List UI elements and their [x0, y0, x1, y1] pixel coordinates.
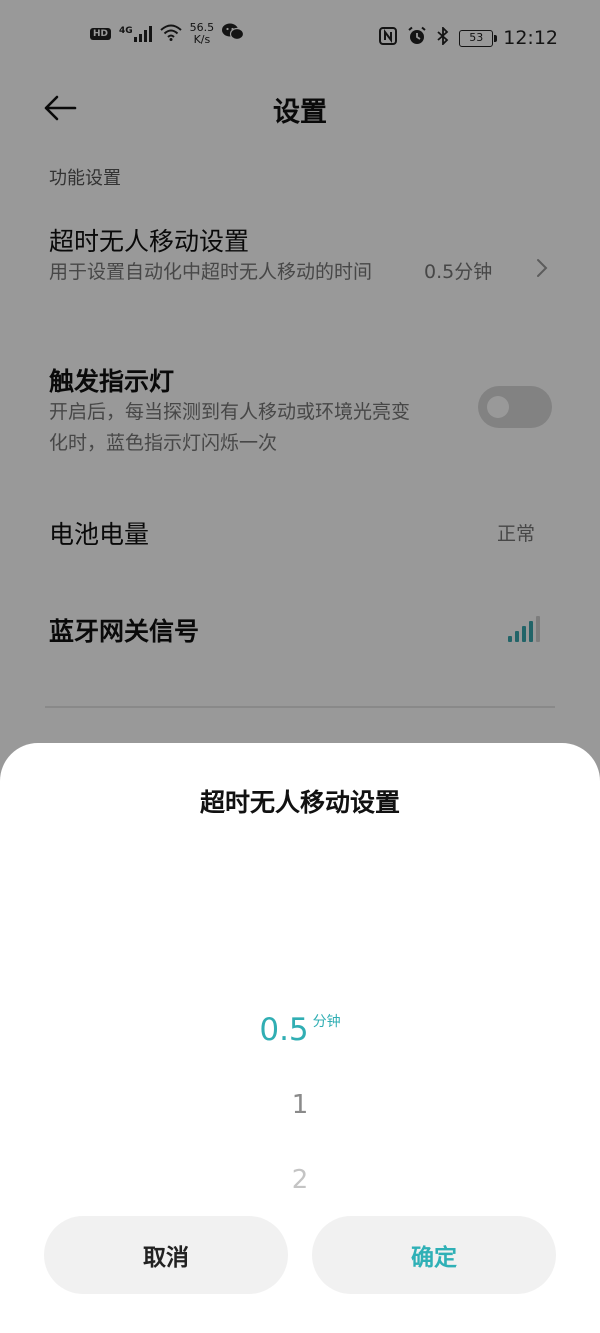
bottom-sheet: 超时无人移动设置 0.5 分钟 1 2 取消 确定 [0, 743, 600, 1333]
confirm-button[interactable]: 确定 [312, 1216, 556, 1294]
picker-option[interactable]: 1 [0, 1090, 600, 1120]
settings-screen: HD 4G 56.5 K/s 53 12:12 设置 功能设置 超时无人移动设置… [0, 0, 600, 1333]
picker-selected: 0.5 分钟 [0, 1011, 600, 1048]
cancel-button[interactable]: 取消 [44, 1216, 288, 1294]
value-picker[interactable]: 0.5 分钟 1 2 [0, 983, 600, 1203]
picker-selected-unit: 分钟 [312, 1014, 341, 1030]
picker-selected-value: 0.5 [259, 1012, 309, 1048]
picker-option[interactable]: 2 [0, 1165, 600, 1195]
sheet-title: 超时无人移动设置 [199, 788, 400, 817]
